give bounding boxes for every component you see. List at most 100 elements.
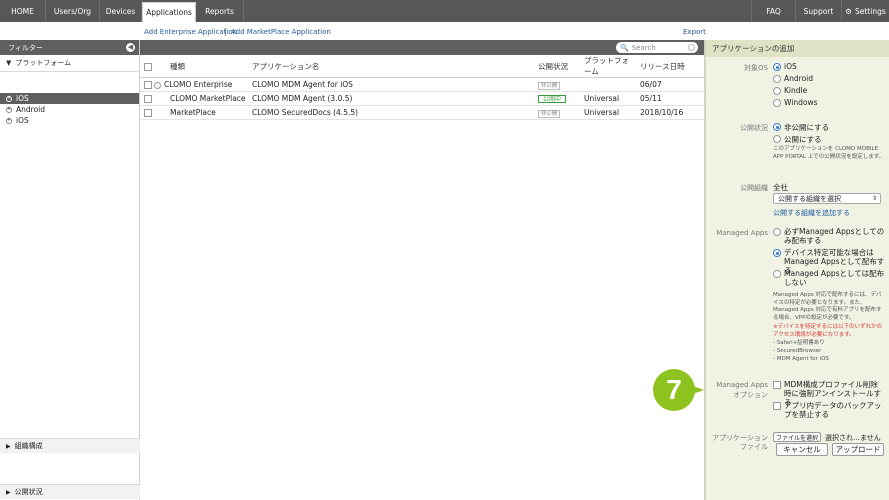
table-toolbar: 🔍 Search (140, 40, 704, 55)
name-cell: CLOMO SecuredDocs (4.5.5) (248, 105, 534, 120)
file-status: 選択され…ません (825, 434, 881, 442)
managed-option-label: 必ずManaged Appsとしてのみ配布する (784, 227, 885, 245)
tree-item-label: Android (16, 105, 45, 114)
radio-icon[interactable] (773, 270, 781, 278)
org-select[interactable]: 公開する組織を選択 ⇕ (773, 193, 881, 204)
search-icon: 🔍 (620, 43, 629, 52)
status-badge: 非公開 (538, 81, 560, 90)
os-option-windows[interactable]: Windows (773, 98, 817, 107)
org-select-value: 公開する組織を選択 (778, 194, 841, 203)
chevron-updown-icon: ⇕ (871, 195, 877, 202)
publish-option-label: 非公開にする (784, 123, 830, 132)
row-checkbox[interactable] (144, 81, 152, 89)
radio-selected-icon[interactable] (773, 249, 781, 257)
os-option-kindle[interactable]: Kindle (773, 86, 807, 95)
select-all-checkbox[interactable] (144, 62, 152, 71)
radio-icon[interactable] (773, 228, 781, 236)
managed-apps-label: Managed Apps (716, 229, 768, 237)
radio-selected-icon[interactable] (773, 63, 781, 71)
publish-public-option[interactable]: 公開にする (773, 134, 822, 145)
select-all-cell (140, 55, 166, 78)
collapse-icon[interactable]: ◀ (126, 43, 135, 52)
managed-option-label-1: Managed Apps (716, 381, 768, 389)
row-checkbox[interactable] (144, 95, 152, 103)
callout-badge: 7 (653, 369, 695, 411)
disabled-icon (154, 81, 161, 89)
target-os-label: 対象OS (744, 64, 768, 72)
managed-list-item: - MDM Agent for iOS (773, 356, 829, 362)
radio-icon[interactable] (773, 99, 781, 107)
nav-support[interactable]: Support (795, 0, 841, 22)
radio-icon[interactable] (773, 75, 781, 83)
panel-title: アプリケーションの追加 (706, 40, 889, 57)
gear-icon: ⚙ (845, 6, 852, 16)
table-row[interactable]: MarketPlace CLOMO SecuredDocs (4.5.5) 非公… (140, 105, 705, 120)
os-option-ios[interactable]: iOS (773, 62, 797, 71)
choose-file-button[interactable]: ファイルを選択 (773, 432, 821, 442)
status-cell: 非公開 (534, 77, 580, 92)
filter-header: フィルター ◀ (0, 40, 139, 55)
nav-devices[interactable]: Devices (100, 0, 142, 22)
col-platform[interactable]: プラットフォーム (580, 55, 636, 78)
nav-reports[interactable]: Reports (196, 0, 244, 22)
radio-selected-icon[interactable] (773, 123, 781, 131)
search-input[interactable]: 🔍 Search (616, 42, 698, 53)
add-marketplace-link[interactable]: Add MarketPlace Application (231, 28, 331, 36)
radio-icon[interactable] (773, 87, 781, 95)
cancel-button[interactable]: キャンセル (776, 443, 828, 456)
clear-icon[interactable] (688, 44, 695, 51)
name-cell: CLOMO MDM Agent (3.0.5) (248, 91, 534, 106)
add-org-link[interactable]: 公開する組織を追加する (773, 208, 850, 218)
expand-icon[interactable]: + (6, 117, 12, 124)
org-structure-label: 組織構成 (14, 442, 43, 450)
table-header-row: 種類 アプリケーション名 公開状況 プラットフォーム リリース日時 (140, 55, 705, 78)
checkbox[interactable] (773, 381, 781, 389)
type-cell: MarketPlace (166, 105, 248, 120)
org-structure-section[interactable]: ▶ 組織構成 (0, 438, 140, 453)
publish-private-option[interactable]: 非公開にする (773, 122, 829, 133)
radio-icon[interactable] (773, 135, 781, 143)
nav-users-org[interactable]: Users/Org (46, 0, 100, 22)
publish-org-value: 全社 (773, 183, 788, 192)
status-badge: 公開中 (538, 95, 566, 103)
col-type[interactable]: 種類 (166, 55, 248, 78)
row-check-cell (140, 77, 166, 92)
tree-item-ios-2[interactable]: + iOS (0, 115, 139, 126)
nav-faq[interactable]: FAQ (751, 0, 795, 22)
expand-icon[interactable]: + (6, 95, 12, 102)
chevron-right-icon: ▶ (6, 442, 11, 450)
export-link[interactable]: Export (683, 28, 706, 36)
col-name[interactable]: アプリケーション名 (248, 55, 534, 78)
expand-icon[interactable]: + (6, 106, 12, 113)
upload-button[interactable]: アップロード (832, 443, 884, 456)
nav-applications[interactable]: Applications (142, 2, 196, 22)
managed-never-option[interactable]: Managed Appsとしては配布しない (773, 269, 885, 287)
managed-note: Managed Apps 対応で配布するには、デバイスの特定が必要となります。ま… (773, 292, 882, 321)
nav-home[interactable]: HOME (0, 0, 46, 22)
chevron-down-icon: ▼ (6, 59, 12, 67)
type-label: CLOMO Enterprise (164, 80, 233, 89)
os-option-android[interactable]: Android (773, 74, 813, 83)
search-placeholder: Search (631, 43, 656, 52)
prevent-backup-option[interactable]: アプリ内データのバックアップを禁止する (773, 401, 885, 419)
platform-section[interactable]: ▼ プラットフォーム (0, 55, 139, 72)
publish-status-label: 公開状況 (14, 488, 43, 496)
publish-status-section[interactable]: ▶ 公開状況 (0, 484, 140, 499)
publish-note: このアプリケーションを CLOMO MOBILE APP PORTAL 上での公… (773, 146, 885, 160)
table-row[interactable]: CLOMO Enterprise CLOMO MDM Agent for iOS… (140, 77, 705, 92)
col-status[interactable]: 公開状況 (534, 55, 580, 78)
filter-title: フィルター (8, 43, 43, 52)
managed-only-option[interactable]: 必ずManaged Appsとしてのみ配布する (773, 227, 885, 245)
platform-cell: Universal (580, 105, 636, 120)
checkbox[interactable] (773, 402, 781, 410)
row-checkbox[interactable] (144, 109, 152, 117)
platform-cell: Universal (580, 91, 636, 106)
col-release-date[interactable]: リリース日時 (636, 55, 705, 78)
nav-settings[interactable]: ⚙ Settings (841, 0, 889, 22)
tree-item-ios[interactable]: + iOS (0, 93, 139, 104)
table-row[interactable]: CLOMO MarketPlace CLOMO MDM Agent (3.0.5… (140, 91, 705, 106)
managed-option-label-2: オプション (733, 391, 768, 399)
platform-cell (580, 77, 636, 92)
tree-item-android[interactable]: + Android (0, 104, 139, 115)
os-option-label: Android (784, 74, 813, 83)
